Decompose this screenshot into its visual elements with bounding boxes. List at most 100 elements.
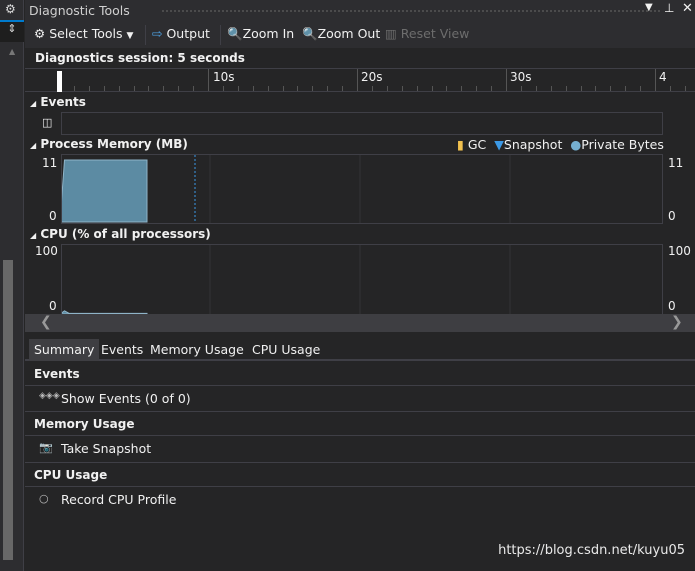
ruler-tick xyxy=(297,86,299,91)
ruler-tick xyxy=(550,86,552,91)
snapshot-icon: ▼ xyxy=(494,137,504,152)
ruler-tick xyxy=(476,86,478,91)
ruler-tick xyxy=(237,86,239,91)
events-track xyxy=(61,112,663,135)
scrollbar-thumb[interactable] xyxy=(3,260,13,560)
tab-memory-usage[interactable]: Memory Usage xyxy=(145,339,249,361)
toolbar: ⚙ Select Tools ▼ ⇨ Output 🔍Zoom In 🔍Zoom… xyxy=(25,21,695,48)
pin-tab-icon[interactable]: ⇕ xyxy=(0,20,24,42)
scroll-left-icon[interactable]: ❮ xyxy=(40,314,52,330)
cpu-section-header[interactable]: ◢ CPU (% of all processors) xyxy=(30,227,211,241)
zoom-out-icon: 🔍 xyxy=(302,26,318,41)
ruler-tick xyxy=(312,86,314,91)
tick-label: 30s xyxy=(510,70,532,84)
ruler-tick xyxy=(163,86,165,91)
zoom-in-button[interactable]: 🔍Zoom In xyxy=(227,26,294,42)
ruler-tick xyxy=(640,86,642,91)
ruler-tick xyxy=(208,69,209,91)
ruler-tick xyxy=(580,86,582,91)
tab-cpu-usage[interactable]: CPU Usage xyxy=(247,339,325,361)
y-max-label-right: 11 xyxy=(668,156,684,170)
collapse-icon: ◢ xyxy=(30,231,37,240)
ruler-tick xyxy=(506,69,507,91)
scroll-right-icon[interactable]: ❯ xyxy=(671,314,683,330)
output-icon: ⇨ xyxy=(152,26,163,41)
cpu-summary-header: CPU Usage xyxy=(25,463,695,487)
chevron-down-icon: ▼ xyxy=(126,31,134,41)
take-snapshot-link[interactable]: 📷 Take Snapshot xyxy=(25,436,695,463)
ruler-tick xyxy=(520,86,522,91)
memory-section-header[interactable]: ◢ Process Memory (MB) xyxy=(30,137,188,151)
window-title: Diagnostic Tools xyxy=(29,3,130,18)
ruler-tick xyxy=(386,86,388,91)
ruler-tick xyxy=(148,86,150,91)
y-min-label-right: 0 xyxy=(668,299,676,313)
timeline-start-handle[interactable] xyxy=(57,71,62,92)
events-summary-header: Events xyxy=(25,362,695,386)
y-max-label: 100 xyxy=(35,244,58,258)
ruler-tick xyxy=(193,86,195,91)
gear-icon[interactable]: ⚙ xyxy=(5,2,16,16)
y-max-label: 11 xyxy=(42,156,58,170)
tab-summary[interactable]: Summary xyxy=(29,339,100,361)
ruler-tick xyxy=(267,86,269,91)
show-events-link[interactable]: ◈◈◈ Show Events (0 of 0) xyxy=(25,386,695,412)
ruler-tick xyxy=(118,86,120,91)
ruler-tick xyxy=(371,86,373,91)
ruler-tick xyxy=(431,86,433,91)
record-cpu-profile-link[interactable]: ○ Record CPU Profile xyxy=(25,487,695,514)
grip xyxy=(161,9,661,13)
memory-legend: ▮ GC ▼Snapshot ●Private Bytes xyxy=(457,137,664,152)
events-icon: ◈◈◈ xyxy=(39,391,60,401)
ruler-tick xyxy=(401,86,403,91)
memory-chart[interactable] xyxy=(61,154,663,224)
y-min-label: 0 xyxy=(49,299,57,313)
ruler-tick xyxy=(342,86,344,91)
tab-events[interactable]: Events xyxy=(96,339,148,361)
ruler-tick xyxy=(133,86,135,91)
ruler-tick xyxy=(446,86,448,91)
ruler-tick xyxy=(625,86,627,91)
select-tools-button[interactable]: ⚙ Select Tools ▼ xyxy=(34,26,133,41)
pin-icon[interactable]: ⊥ xyxy=(664,1,674,15)
ruler-tick xyxy=(252,86,254,91)
ruler-tick xyxy=(669,86,671,91)
tick-label: 10s xyxy=(213,70,235,84)
reset-view-icon: ▥ xyxy=(385,26,397,41)
output-button[interactable]: ⇨ Output xyxy=(152,26,210,41)
ruler-tick xyxy=(88,86,90,91)
watermark: https://blog.csdn.net/kuyu05 xyxy=(498,543,685,558)
y-max-label-right: 100 xyxy=(668,244,691,258)
ruler-tick xyxy=(357,69,358,91)
timeline-ruler[interactable]: 10s 20s 30s 4 xyxy=(25,68,695,92)
dropdown-icon[interactable]: ▼ xyxy=(645,2,653,13)
tick-label: 4 xyxy=(659,70,667,84)
ruler-tick xyxy=(178,86,180,91)
events-section-header[interactable]: ◢ Events xyxy=(30,95,86,109)
cpu-chart[interactable] xyxy=(61,244,663,316)
ruler-tick xyxy=(222,86,224,91)
ruler-tick xyxy=(565,86,567,91)
zoom-out-button[interactable]: 🔍Zoom Out xyxy=(302,26,380,42)
horizontal-scrollbar[interactable]: ❮ ❯ xyxy=(25,314,695,332)
private-bytes-icon: ● xyxy=(570,137,582,152)
session-label: Diagnostics session: 5 seconds xyxy=(35,51,245,65)
tick-label: 20s xyxy=(361,70,383,84)
memory-summary-header: Memory Usage xyxy=(25,412,695,436)
ruler-tick xyxy=(655,69,656,91)
side-strip: ⚙ ⇕ ▲ xyxy=(0,0,24,571)
close-icon[interactable]: ✕ xyxy=(682,1,693,16)
y-min-label: 0 xyxy=(49,209,57,223)
y-min-label-right: 0 xyxy=(668,209,676,223)
ruler-tick xyxy=(684,86,686,91)
gear-icon: ⚙ xyxy=(34,26,46,41)
ruler-tick xyxy=(491,86,493,91)
camera-icon: 📷 xyxy=(39,441,53,454)
ruler-tick xyxy=(327,86,329,91)
ruler-tick xyxy=(461,86,463,91)
gc-icon: ▮ xyxy=(457,137,464,152)
scrollbar-up[interactable]: ▲ xyxy=(9,47,15,56)
series-area xyxy=(62,159,148,223)
reset-view-button[interactable]: ▥ Reset View xyxy=(385,26,469,41)
ruler-tick xyxy=(73,86,75,91)
